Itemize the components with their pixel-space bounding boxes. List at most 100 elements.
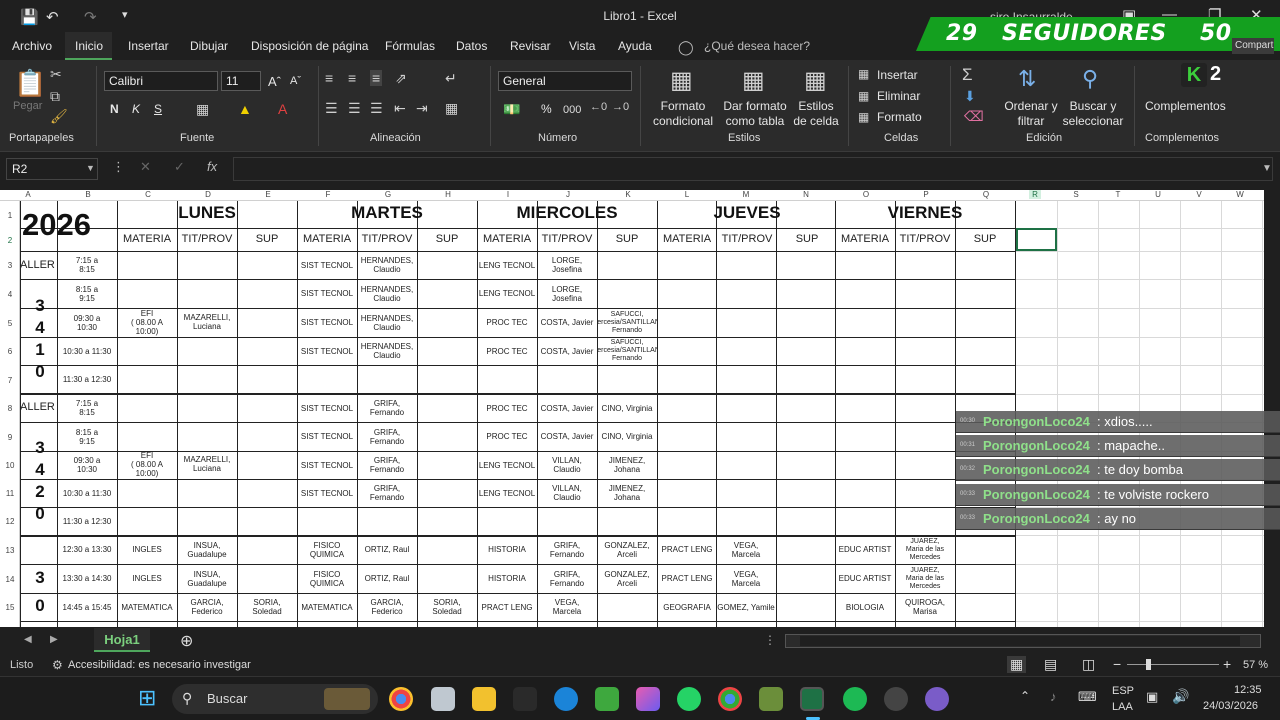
name-box-dropdown-icon[interactable]: ▼ [86,163,95,173]
name-box[interactable]: R2 [6,158,98,180]
align-right-icon[interactable]: ☰ [370,100,383,117]
conditional-format-icon[interactable]: ▦ [670,66,693,95]
format-cells-button[interactable]: Formato [877,110,922,124]
row-header-3[interactable]: 3 [0,261,20,270]
column-header-I[interactable]: I [502,190,514,199]
chat-username[interactable]: PorongonLoco24 [983,414,1090,429]
minecraft-launcher-icon[interactable] [595,687,619,711]
selected-cell[interactable] [1016,228,1057,251]
chat-username[interactable]: PorongonLoco24 [983,438,1090,453]
page-break-view-icon[interactable]: ◫ [1082,656,1095,673]
expand-formula-icon[interactable]: ▼ [1262,163,1272,174]
column-header-T[interactable]: T [1112,190,1124,199]
obs-icon[interactable] [884,687,908,711]
cell-styles-icon[interactable]: ▦ [804,66,827,95]
sort-filter-button[interactable]: Ordenar y filtrar [1004,99,1058,129]
chat-username[interactable]: PorongonLoco24 [983,511,1090,526]
number-format-select[interactable]: General [498,71,632,91]
menu-item-6[interactable]: Datos [456,39,487,53]
minecraft-icon[interactable] [759,687,783,711]
column-header-A[interactable]: A [22,190,34,199]
zoom-slider-thumb[interactable] [1146,659,1151,670]
find-select-icon[interactable]: ⚲ [1082,66,1098,92]
windows-start-icon[interactable]: ⊞ [138,685,156,711]
font-color-icon[interactable]: A [278,101,287,117]
volume-icon[interactable]: 🔊 [1172,688,1189,705]
increase-indent-icon[interactable]: ⇥ [416,100,428,117]
align-center-icon[interactable]: ☰ [348,100,361,117]
normal-view-icon[interactable]: ▦ [1007,656,1027,673]
column-header-N[interactable]: N [800,190,812,199]
column-header-W[interactable]: W [1234,190,1246,199]
column-header-J[interactable]: J [562,190,574,199]
menu-item-3[interactable]: Dibujar [190,39,228,53]
tray-chevron-icon[interactable]: ⌃ [1020,689,1030,703]
underline-button[interactable]: S [154,102,162,116]
app-cube-icon[interactable] [431,687,455,711]
taskbar-search[interactable]: ⚲ Buscar [172,684,378,714]
menu-item-4[interactable]: Disposición de página [251,39,368,53]
format-as-table-button[interactable]: Dar formato como tabla [721,99,789,129]
edge-icon[interactable] [554,687,578,711]
zoom-slider[interactable] [1127,664,1219,665]
row-header-2[interactable]: 2 [0,236,20,245]
grow-font-icon[interactable]: Aˆ [268,74,281,89]
paste-label[interactable]: Pegar [13,100,42,112]
align-bottom-icon[interactable]: ≡ [370,70,383,86]
format-painter-icon[interactable]: 🖌 [50,108,68,125]
chrome-icon[interactable] [389,687,413,711]
decrease-indent-icon[interactable]: ⇤ [394,100,406,117]
insert-cells-icon[interactable]: ▦ [858,67,869,81]
row-header-7[interactable]: 7 [0,376,20,385]
column-header-F[interactable]: F [322,190,334,199]
zoom-in-icon[interactable]: + [1223,656,1231,672]
column-header-R[interactable]: R [1029,190,1041,199]
zoom-level[interactable]: 57 % [1243,659,1268,671]
column-header-E[interactable]: E [262,190,274,199]
formula-input[interactable] [233,157,1273,181]
column-header-D[interactable]: D [202,190,214,199]
row-header-15[interactable]: 15 [0,603,20,612]
column-header-M[interactable]: M [740,190,752,199]
accounting-format-icon[interactable]: 💵 [503,101,520,118]
clear-icon[interactable]: ⌫ [964,108,984,125]
align-left-icon[interactable]: ☰ [325,100,338,117]
tell-me-search[interactable]: ¿Qué desea hacer? [704,39,810,53]
decrease-decimal-icon[interactable]: →0 [612,101,629,113]
column-header-H[interactable]: H [442,190,454,199]
column-header-B[interactable]: B [82,190,94,199]
add-sheet-icon[interactable]: ⊕ [180,631,193,651]
network-icon[interactable]: ▣ [1146,689,1158,705]
app-icon[interactable] [513,687,537,711]
microphone-icon[interactable]: ♪ [1050,689,1057,704]
row-header-4[interactable]: 4 [0,290,20,299]
zoom-out-icon[interactable]: − [1113,656,1121,672]
borders-icon[interactable]: ▦ [196,101,209,118]
row-header-1[interactable]: 1 [0,211,20,220]
cancel-icon[interactable]: ✕ [140,159,151,175]
bold-button[interactable]: N [110,102,119,116]
cell-styles-button[interactable]: Estilos de celda [790,99,842,129]
prev-sheet-icon[interactable]: ◀ [24,634,32,645]
menu-item-7[interactable]: Revisar [510,39,551,53]
wrap-text-icon[interactable]: ↵ [445,70,457,87]
keyboard-icon[interactable]: ⌨ [1078,689,1097,705]
font-size-select[interactable]: 11 [221,71,261,91]
file-explorer-icon[interactable] [472,687,496,711]
conditional-format-button[interactable]: Formato condicional [649,99,717,129]
percent-button[interactable]: % [541,102,552,116]
align-top-icon[interactable]: ≡ [325,70,333,86]
row-header-11[interactable]: 11 [0,489,20,498]
menu-item-8[interactable]: Vista [569,39,595,53]
autosum-icon[interactable]: Σ [962,65,973,85]
column-header-V[interactable]: V [1193,190,1205,199]
orientation-icon[interactable]: ⇗ [395,70,407,87]
next-sheet-icon[interactable]: ▶ [50,634,58,645]
page-layout-view-icon[interactable]: ▤ [1044,656,1057,673]
share-button[interactable]: Compartir [1232,38,1274,54]
delete-cells-icon[interactable]: ▦ [858,89,869,103]
italic-button[interactable]: K [132,102,140,116]
row-header-10[interactable]: 10 [0,461,20,470]
find-select-button[interactable]: Buscar y seleccionar [1058,99,1128,129]
thousands-button[interactable]: 000 [563,104,581,116]
